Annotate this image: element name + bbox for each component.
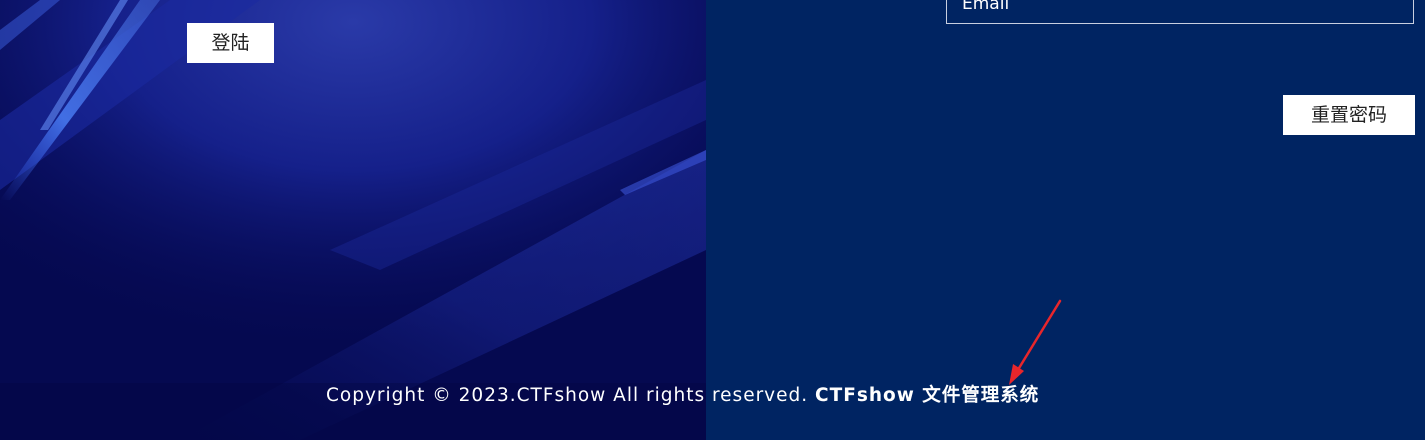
email-field[interactable] [946, 0, 1414, 24]
left-background-panel: 登陆 [0, 0, 706, 440]
footer-text: Copyright © 2023.CTFshow All rights rese… [326, 383, 1039, 409]
abstract-light-background [0, 0, 706, 440]
copyright-text: Copyright © 2023.CTFshow All rights rese… [326, 385, 809, 406]
right-form-panel: 重置密码 [706, 0, 1425, 440]
login-button[interactable]: 登陆 [187, 23, 274, 63]
reset-password-page: 登陆 重置密码 Copyright © 2023.CTFshow All rig… [0, 0, 1425, 440]
footer: Copyright © 2023.CTFshow All rights rese… [0, 383, 1425, 413]
reset-password-button[interactable]: 重置密码 [1283, 95, 1415, 135]
footer-brand-link[interactable]: CTFshow 文件管理系统 [815, 385, 1039, 406]
